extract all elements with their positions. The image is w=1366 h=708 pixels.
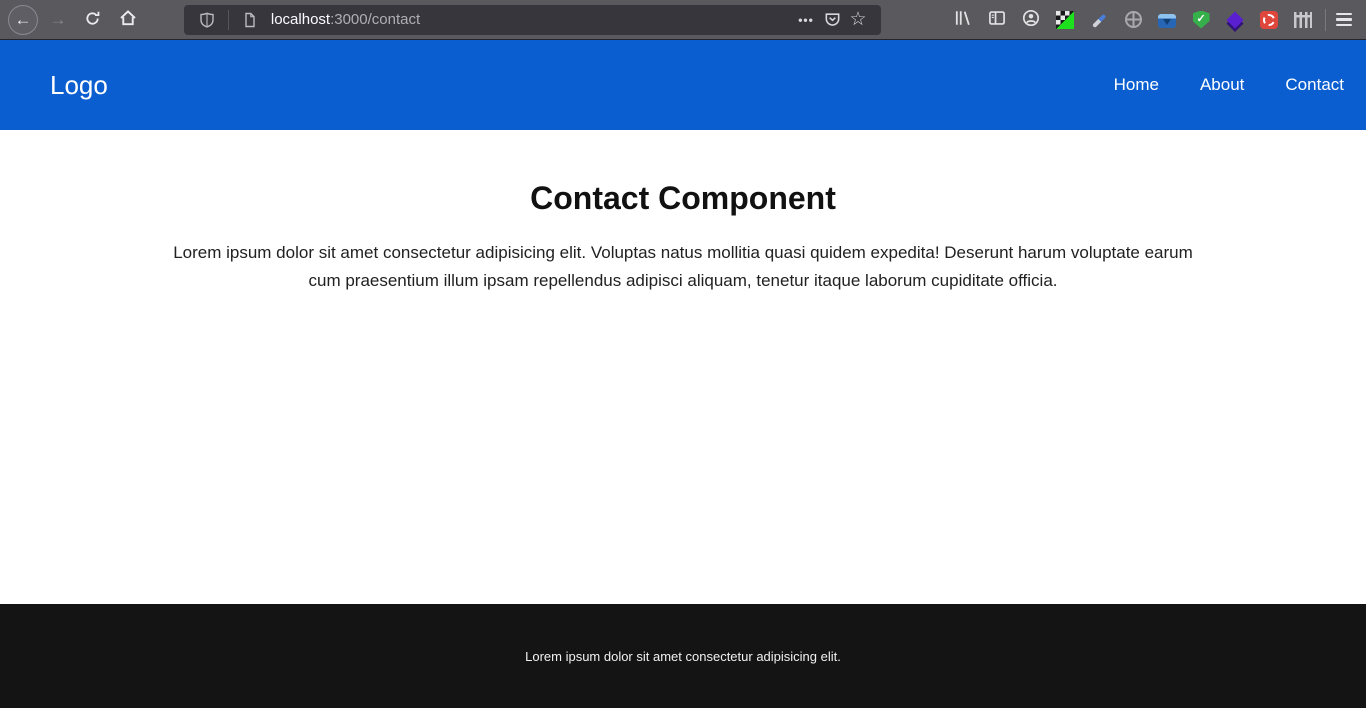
back-button[interactable]: ← <box>8 4 38 35</box>
nav-link-home[interactable]: Home <box>1114 75 1159 95</box>
footer-text: Lorem ipsum dolor sit amet consectetur a… <box>525 648 841 664</box>
reload-icon <box>84 10 101 30</box>
globe-extension-icon <box>1124 11 1142 28</box>
page-paragraph: Lorem ipsum dolor sit amet consectetur a… <box>173 243 1193 290</box>
pocket-icon[interactable] <box>819 7 845 33</box>
site-footer: Lorem ipsum dolor sit amet consectetur a… <box>0 604 1366 708</box>
account-icon <box>1022 9 1040 30</box>
site-header: Logo Home About Contact <box>0 40 1366 130</box>
purple-layers-extension-icon <box>1226 11 1244 28</box>
forward-button[interactable]: → <box>43 5 73 35</box>
brand-logo[interactable]: Logo <box>50 70 108 101</box>
extension-fence-button[interactable] <box>1293 10 1313 30</box>
toolbar-icons: ✓ <box>953 9 1313 30</box>
url-text: localhost:3000/contact <box>271 11 793 28</box>
url-path: :3000/contact <box>330 11 421 28</box>
home-icon <box>119 9 137 30</box>
pixel-grid-extension-icon <box>1056 10 1075 29</box>
library-icon <box>954 9 972 30</box>
browser-toolbar: ← → localhost:3000/contact ••• ☆ ✓ <box>0 0 1366 40</box>
red-knot-extension-icon <box>1260 10 1279 29</box>
bookmark-star-icon[interactable]: ☆ <box>845 7 871 33</box>
extension-shield-check-button[interactable]: ✓ <box>1191 10 1211 30</box>
toolbar-divider <box>1325 8 1327 31</box>
browser-window: ← → localhost:3000/contact ••• ☆ ✓ Logo … <box>0 0 1366 708</box>
menu-button[interactable] <box>1336 7 1358 33</box>
nav-link-about[interactable]: About <box>1200 75 1244 95</box>
extension-globe-button[interactable] <box>1123 10 1143 30</box>
main-nav: Home About Contact <box>1114 75 1344 95</box>
home-button[interactable] <box>113 5 143 35</box>
reload-button[interactable] <box>78 5 108 35</box>
url-host: localhost <box>270 11 331 28</box>
back-icon: ← <box>14 10 32 29</box>
sidebar-button[interactable] <box>987 10 1007 30</box>
library-button[interactable] <box>953 10 973 30</box>
download-toolbox-extension-icon <box>1158 14 1177 28</box>
eyedropper-extension-icon <box>1090 11 1108 29</box>
main-content: Contact Component Lorem ipsum dolor sit … <box>0 130 1366 604</box>
extension-pixel-grid-button[interactable] <box>1055 10 1075 30</box>
extension-layers-button[interactable] <box>1225 10 1245 30</box>
sidebar-icon <box>988 9 1006 30</box>
check-icon: ✓ <box>1196 13 1206 25</box>
page-info-icon[interactable] <box>237 7 263 33</box>
fence-extension-icon <box>1294 11 1313 28</box>
url-bar[interactable]: localhost:3000/contact ••• ☆ <box>183 4 882 35</box>
nav-link-contact[interactable]: Contact <box>1285 75 1344 95</box>
shield-check-extension-icon: ✓ <box>1192 10 1210 29</box>
page-title: Contact Component <box>530 180 836 216</box>
forward-icon: → <box>49 10 67 29</box>
extension-knot-button[interactable] <box>1259 10 1279 30</box>
hamburger-icon <box>1336 12 1353 15</box>
extension-toolbox-button[interactable] <box>1157 10 1177 30</box>
page-actions-icon[interactable]: ••• <box>793 7 819 33</box>
account-button[interactable] <box>1021 9 1041 30</box>
tracking-protection-shield-icon[interactable] <box>194 7 220 33</box>
extension-eyedropper-button[interactable] <box>1089 10 1109 30</box>
urlbar-divider <box>227 9 229 30</box>
